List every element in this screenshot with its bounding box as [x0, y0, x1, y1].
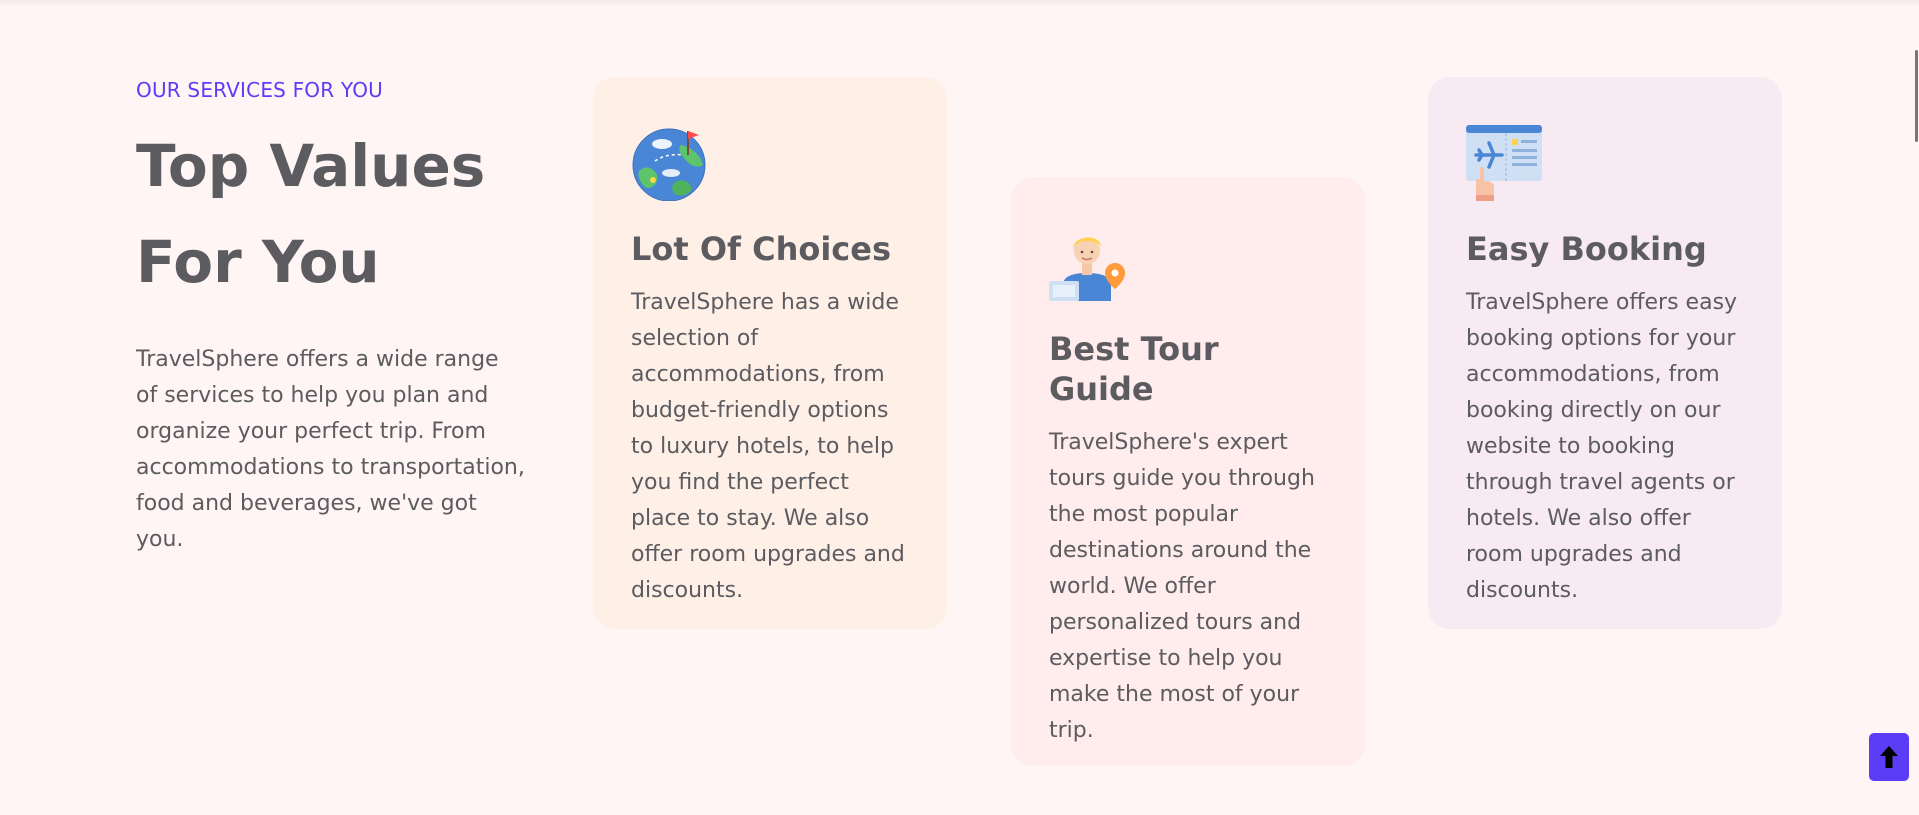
globe-icon [632, 128, 706, 201]
card-description: TravelSphere offers easy booking options… [1466, 290, 1738, 603]
flight-ticket-icon [1466, 125, 1542, 201]
service-card-choices: Lot Of Choices TravelSphere has a wide s… [593, 77, 947, 629]
services-intro: OUR SERVICES FOR YOU Top Values For You … [136, 78, 536, 558]
service-card-tour-guide: Best Tour Guide TravelSphere's expert to… [1011, 177, 1365, 766]
service-card-booking: Easy Booking TravelSphere offers easy bo… [1428, 77, 1782, 629]
scrollbar-thumb[interactable] [1915, 50, 1918, 142]
headline-line-1: Top Values [136, 132, 486, 200]
arrow-up-icon [1880, 746, 1898, 768]
headline-line-2: For You [136, 228, 380, 296]
card-description: TravelSphere's expert tours guide you th… [1049, 430, 1315, 743]
card-title: Best Tour Guide [1049, 330, 1219, 408]
card-title: Easy Booking [1466, 230, 1707, 268]
section-headline: Top Values For You [136, 118, 536, 310]
section-eyebrow: OUR SERVICES FOR YOU [136, 78, 384, 102]
card-title: Lot Of Choices [631, 230, 892, 268]
services-section: OUR SERVICES FOR YOU Top Values For You … [0, 0, 1919, 815]
card-description: TravelSphere has a wide selection of acc… [631, 290, 905, 603]
scroll-to-top-button[interactable] [1869, 733, 1909, 781]
header-shadow [0, 0, 1919, 6]
tour-guide-icon [1049, 237, 1125, 301]
section-description: TravelSphere offers a wide range of serv… [136, 347, 525, 552]
